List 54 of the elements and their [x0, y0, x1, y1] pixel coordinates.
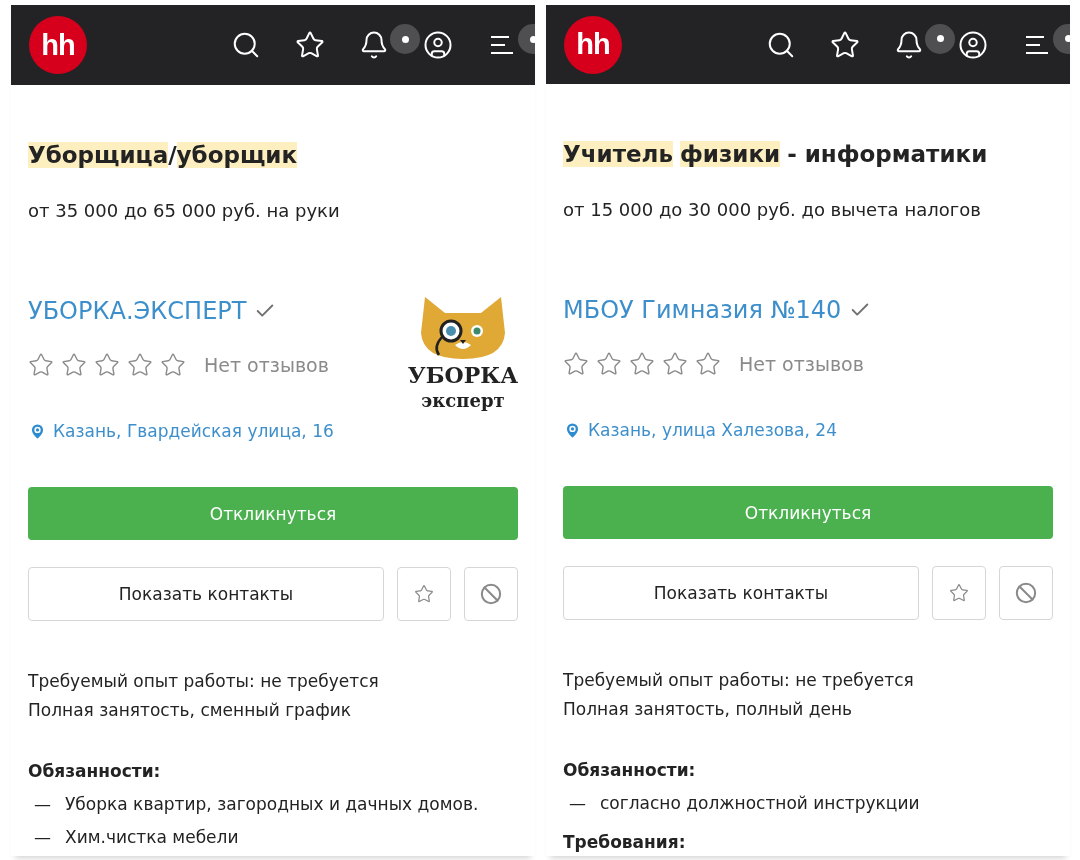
address-link[interactable]: Казань, Гвардейская улица, 16: [53, 421, 334, 441]
list-item-text: согласно должностной инструкции: [600, 792, 920, 815]
bell-icon[interactable]: [359, 30, 389, 60]
salary-text: от 15 000 до 30 000 руб. до вычета налогов: [563, 198, 982, 222]
block-icon: [480, 583, 502, 605]
reviews-text: Нет отзывов: [204, 354, 329, 376]
rating-star-icon: [662, 351, 688, 377]
bell-icon[interactable]: [894, 29, 924, 60]
condition-text: Требуемый опыт работы: не требуется: [563, 669, 915, 692]
condition-text: Полная занятость, полный день: [563, 698, 854, 721]
site-logo[interactable]: hh: [29, 16, 87, 74]
site-logo[interactable]: hh: [564, 15, 622, 74]
hide-button[interactable]: [999, 566, 1053, 620]
company-link[interactable]: УБОРКА.ЭКСПЕРТ: [28, 297, 247, 325]
profile-icon[interactable]: [423, 30, 453, 60]
rating-star-icon: [94, 352, 120, 378]
company-link[interactable]: МБОУ Гимназия №140: [563, 296, 842, 324]
star-icon: [414, 584, 434, 604]
bullet-dash: —: [34, 826, 51, 849]
bullet-dash: —: [34, 793, 51, 816]
section-heading: Обязанности:: [28, 760, 162, 783]
apply-button[interactable]: Откликнуться: [28, 487, 518, 540]
rating-star-icon: [629, 351, 655, 377]
salary-text: от 35 000 до 65 000 руб. на руки: [28, 199, 341, 223]
rating-star-icon: [160, 352, 186, 378]
rating-star-icon: [28, 352, 54, 378]
star-icon[interactable]: [830, 29, 860, 60]
company-logo-text: эксперт: [421, 389, 505, 413]
company-logo-text: УБОРКА: [407, 363, 519, 388]
star-icon[interactable]: [295, 30, 325, 60]
block-icon: [1015, 582, 1037, 604]
list-item-text: Хим.чистка мебели: [65, 826, 239, 849]
condition-text: Требуемый опыт работы: не требуется: [28, 670, 380, 693]
apply-button[interactable]: Откликнуться: [563, 486, 1053, 539]
rating-star-icon: [61, 352, 87, 378]
rating-star-icon: [596, 351, 622, 377]
section-heading: Обязанности:: [563, 759, 697, 782]
list-item-text: Уборка квартир, загородных и дачных домов.: [65, 793, 479, 816]
vacancy-title: Учитель физики - информатики: [563, 140, 989, 169]
rating-star-icon: [127, 352, 153, 378]
hide-button[interactable]: [464, 567, 518, 621]
rating-star-icon: [695, 351, 721, 377]
condition-text: Полная занятость, сменный график: [28, 699, 353, 722]
bullet-dash: —: [569, 792, 586, 815]
search-icon[interactable]: [231, 30, 261, 60]
reviews-text: Нет отзывов: [739, 353, 864, 375]
section-heading: Требования:: [563, 831, 687, 854]
address-link[interactable]: Казань, улица Халезова, 24: [588, 420, 837, 440]
show-contacts-button[interactable]: Показать контакты: [563, 566, 919, 620]
rating-star-icon: [563, 351, 589, 377]
show-contacts-button[interactable]: Показать контакты: [28, 567, 384, 621]
profile-icon[interactable]: [958, 29, 988, 60]
star-icon: [949, 583, 969, 603]
vacancy-title: Уборщица/уборщик: [28, 141, 299, 170]
